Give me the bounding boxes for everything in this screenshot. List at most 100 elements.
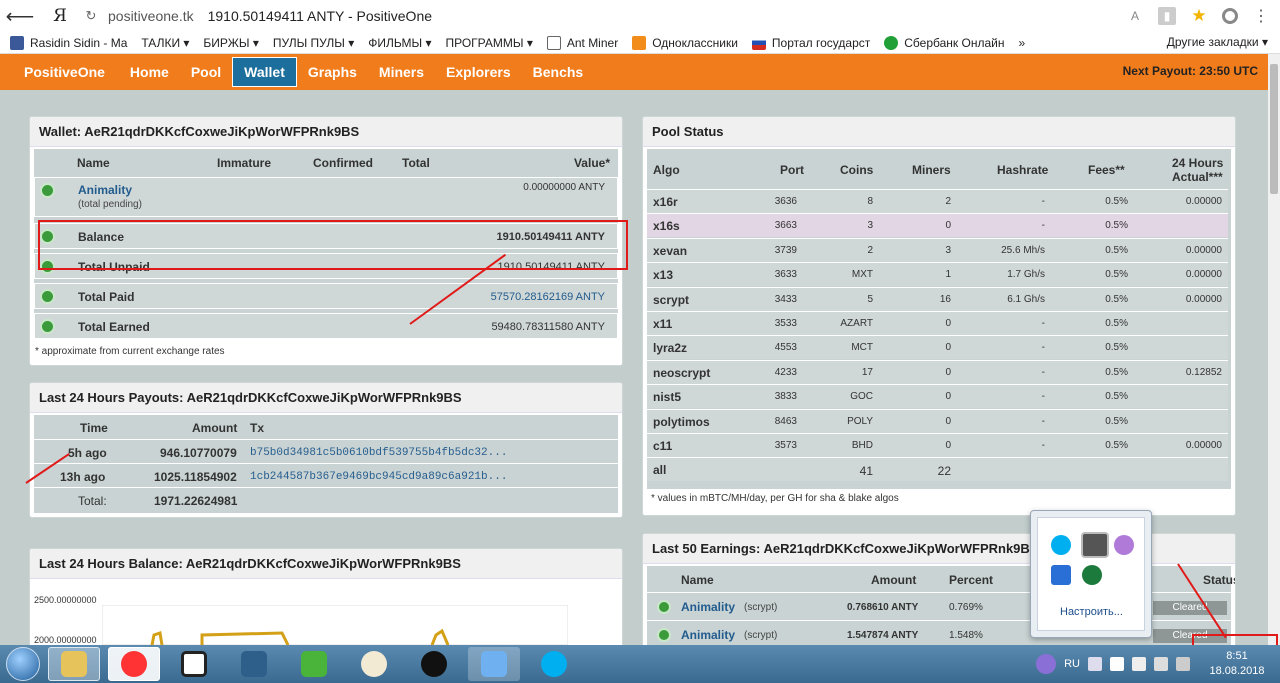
bookmark-item[interactable]: Rasidin Sidin - Ma [10, 35, 127, 50]
nav-explorers[interactable]: Explorers [435, 57, 522, 87]
earning-name[interactable]: Animality [681, 600, 735, 614]
pool-cell-coins: MCT [851, 342, 873, 354]
url-domain[interactable]: positiveone.tk [108, 8, 194, 24]
bookmark-label: Портал государст [771, 35, 871, 50]
pool-cell-port: 3633 [774, 269, 797, 281]
nav-wallet[interactable]: Wallet [232, 57, 297, 87]
taskbar-explorer[interactable] [48, 647, 100, 681]
menu-icon[interactable]: ⋮ [1252, 7, 1270, 25]
start-button[interactable] [6, 647, 40, 681]
taskbar-clock[interactable]: 8:51 18.08.2018 [1204, 647, 1270, 681]
nav-graphs[interactable]: Graphs [297, 57, 368, 87]
col-coins: Coins [840, 163, 874, 177]
bookmark-item[interactable]: Ant Miner [546, 35, 619, 50]
taskbar-skype[interactable] [528, 647, 580, 681]
taskbar-app[interactable] [288, 647, 340, 681]
bookmark-item[interactable]: Портал государст [751, 35, 871, 50]
taskbar-app[interactable] [468, 647, 520, 681]
col-name: Name [681, 573, 714, 587]
bookmark-label: Ant Miner [566, 35, 619, 50]
earning-percent: 1.548% [949, 630, 983, 641]
col-fees: Fees** [1088, 163, 1125, 177]
earning-name[interactable]: Animality [681, 628, 735, 642]
brand-link[interactable]: PositiveOne [24, 64, 105, 80]
pool-cell-port: 8463 [774, 415, 797, 427]
microphone-icon[interactable] [1036, 654, 1057, 674]
scrollbar-thumb[interactable] [1270, 64, 1278, 194]
device-icon[interactable] [1132, 657, 1146, 671]
earning-algo: (scrypt) [744, 630, 778, 641]
network-icon[interactable] [1154, 657, 1168, 671]
pool-cell-coins: 3 [867, 220, 873, 232]
bookmark-label: ТАЛКИ ▾ [141, 35, 190, 50]
star-icon[interactable]: ★ [1190, 6, 1208, 25]
skype-icon [541, 651, 567, 677]
bookmark-item[interactable]: Одноклассники [632, 35, 738, 50]
pool-cell-algo: all [653, 463, 667, 478]
v-logo-icon [241, 651, 267, 677]
page-title-in-address[interactable]: 1910.50149411 ANTY - PositiveOne [208, 8, 432, 24]
pool-cell-coins: 17 [861, 366, 873, 378]
total-amount: 1971.22624981 [154, 494, 238, 508]
pool-cell-algo: neoscrypt [653, 365, 711, 380]
taskbar-app[interactable] [408, 647, 460, 681]
nav-pool[interactable]: Pool [180, 57, 232, 87]
other-bookmarks[interactable]: Другие закладки ▾ [1167, 35, 1268, 49]
antenna-icon[interactable] [1051, 565, 1071, 585]
nav-miners[interactable]: Miners [368, 57, 435, 87]
site-navbar: PositiveOne Home Pool Wallet Graphs Mine… [0, 54, 1268, 90]
pool-row-neoscrypt: neoscrypt 4233 17 0 - 0.5% 0.12852 [647, 359, 1228, 384]
shield-icon[interactable] [1082, 565, 1102, 585]
tray-expand-icon[interactable] [1088, 657, 1102, 671]
yandex-logo[interactable]: Я [40, 6, 80, 26]
bookmark-folder[interactable]: БИРЖЫ ▾ [203, 36, 258, 50]
volume-icon[interactable] [1176, 657, 1190, 671]
coin-name[interactable]: Animality [78, 183, 132, 197]
taskbar-app[interactable] [228, 647, 280, 681]
pool-cell-miners: 2 [945, 196, 951, 207]
bookmark-item[interactable]: Сбербанк Онлайн [884, 35, 1004, 50]
taskbar-yandex[interactable] [108, 647, 160, 681]
skype-icon[interactable] [1051, 535, 1071, 555]
reload-icon[interactable]: ↻ [80, 8, 102, 24]
bookmark-folder[interactable]: ТАЛКИ ▾ [141, 36, 189, 50]
col-name: Name [77, 156, 110, 170]
row-value[interactable]: 57570.28162169 ANTY [491, 291, 605, 303]
col-value: Value* [573, 156, 610, 170]
pool-cell-actual: 0.00000 [1185, 440, 1222, 451]
translate-icon[interactable]: A [1126, 7, 1144, 25]
customize-link[interactable]: Настроить... [1060, 606, 1123, 618]
bookmark-folder[interactable]: ФИЛЬМЫ ▾ [368, 36, 431, 50]
lock-icon[interactable]: ▮ [1158, 7, 1176, 25]
payout-tx-link[interactable]: 1cb244587b367e9469bc945cd9a89c6a921b... [250, 471, 507, 483]
highlight-box-balance [38, 220, 628, 270]
language-indicator[interactable]: RU [1064, 658, 1080, 670]
extension-icon[interactable] [1222, 8, 1238, 24]
nav-benchs[interactable]: Benchs [522, 57, 595, 87]
pool-row-x16s: x16s 3663 3 0 - 0.5% [647, 213, 1228, 238]
bookmark-folder[interactable]: ПРОГРАММЫ ▾ [445, 36, 532, 50]
y-tick: 2500.00000000 [34, 595, 97, 605]
taskbar-app[interactable] [348, 647, 400, 681]
pool-cell-algo: x16s [653, 219, 680, 234]
back-arrow-icon[interactable]: ⟵ [0, 4, 40, 29]
payout-time: 5h ago [68, 446, 107, 460]
bookmark-label: БИРЖЫ ▾ [203, 35, 259, 50]
pool-cell-miners: 0 [945, 342, 951, 354]
payout-tx-link[interactable]: b75b0d34981c5b0610bdf539755b4fb5dc32... [250, 447, 507, 459]
pool-cell-actual: 0.00000 [1185, 293, 1222, 305]
flag-icon[interactable] [1110, 657, 1124, 671]
col-confirmed: Confirmed [313, 156, 373, 170]
bookmark-folder[interactable]: ПУЛЫ ПУЛЫ ▾ [273, 36, 354, 50]
earning-amount: 1.547874 ANTY [847, 630, 919, 641]
pool-cell-hash: - [1041, 220, 1045, 232]
feather-icon[interactable] [1114, 535, 1134, 555]
recorder-icon[interactable] [1081, 532, 1109, 558]
pool-cell-coins: 2 [867, 244, 873, 256]
nav-home[interactable]: Home [119, 57, 180, 87]
pool-cell-hash: - [1041, 391, 1045, 403]
taskbar-app[interactable] [168, 647, 220, 681]
bookmarks-overflow[interactable]: » [1018, 36, 1025, 50]
col-tx: Tx [250, 421, 265, 435]
pool-cell-miners: 1 [945, 269, 951, 281]
